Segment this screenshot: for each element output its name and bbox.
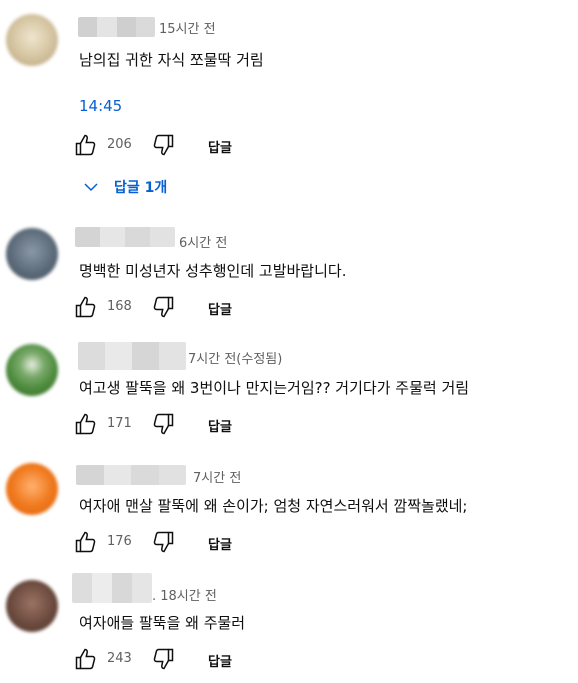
like-count: 168 — [107, 299, 132, 314]
comment-actions: 168 답글 — [74, 295, 374, 321]
comment-text: 여고생 팔뚝을 왜 3번이나 만지는거임?? 거기다가 주물럭 거림 — [79, 379, 470, 397]
thumbs-down-icon[interactable] — [151, 295, 175, 319]
avatar[interactable] — [6, 580, 58, 632]
video-timestamp-link[interactable]: 14:45 — [79, 97, 122, 115]
like-count: 176 — [107, 534, 132, 549]
like-count: 243 — [107, 651, 132, 666]
thumbs-down-icon[interactable] — [151, 133, 175, 157]
author-name-blurred[interactable] — [78, 342, 186, 370]
thumbs-up-icon[interactable] — [74, 647, 98, 671]
view-replies-button[interactable]: 답글 1개 — [82, 174, 167, 200]
author-name-blurred[interactable] — [75, 227, 175, 247]
reply-button[interactable]: 답글 — [208, 299, 232, 318]
thumbs-down-icon[interactable] — [151, 647, 175, 671]
avatar[interactable] — [6, 14, 58, 66]
comment-timestamp[interactable]: 7시간 전(수정됨) — [188, 348, 282, 367]
avatar[interactable] — [6, 463, 58, 515]
reply-button[interactable]: 답글 — [208, 137, 232, 156]
comment-timestamp[interactable]: 6시간 전 — [179, 232, 227, 251]
avatar[interactable] — [6, 344, 58, 396]
thumbs-up-icon[interactable] — [74, 133, 98, 157]
comment-timestamp[interactable]: 15시간 전 — [159, 18, 216, 37]
comment-actions: 176 답글 — [74, 530, 374, 556]
comment-actions: 243 답글 — [74, 647, 374, 673]
author-name-blurred[interactable] — [76, 465, 186, 485]
thumbs-up-icon[interactable] — [74, 412, 98, 436]
comment-text: 여자애들 팔뚝을 왜 주물러 — [79, 614, 246, 632]
author-name-blurred[interactable] — [78, 17, 155, 37]
reply-button[interactable]: 답글 — [208, 651, 232, 670]
thumbs-up-icon[interactable] — [74, 530, 98, 554]
chevron-down-icon — [84, 183, 98, 192]
view-replies-label: 답글 1개 — [114, 180, 168, 196]
comment-text: 명백한 미성년자 성추행인데 고발바랍니다. — [79, 262, 347, 280]
comment-timestamp[interactable]: . 18시간 전 — [152, 585, 217, 604]
reply-button[interactable]: 답글 — [208, 534, 232, 553]
author-name-blurred[interactable] — [72, 573, 152, 603]
comment-text: 여자애 맨살 팔뚝에 왜 손이가; 엄청 자연스러워서 깜짝놀랬네; — [79, 497, 468, 515]
thumbs-down-icon[interactable] — [151, 412, 175, 436]
avatar[interactable] — [6, 228, 58, 280]
thumbs-up-icon[interactable] — [74, 295, 98, 319]
like-count: 171 — [107, 416, 132, 431]
comment-text: 남의집 귀한 자식 쪼물딱 거림 — [79, 51, 264, 69]
comment-timestamp[interactable]: 7시간 전 — [193, 467, 241, 486]
like-count: 206 — [107, 137, 132, 152]
comment-actions: 171 답글 — [74, 412, 374, 438]
reply-button[interactable]: 답글 — [208, 416, 232, 435]
comment-actions: 206 답글 — [74, 133, 374, 159]
thumbs-down-icon[interactable] — [151, 530, 175, 554]
